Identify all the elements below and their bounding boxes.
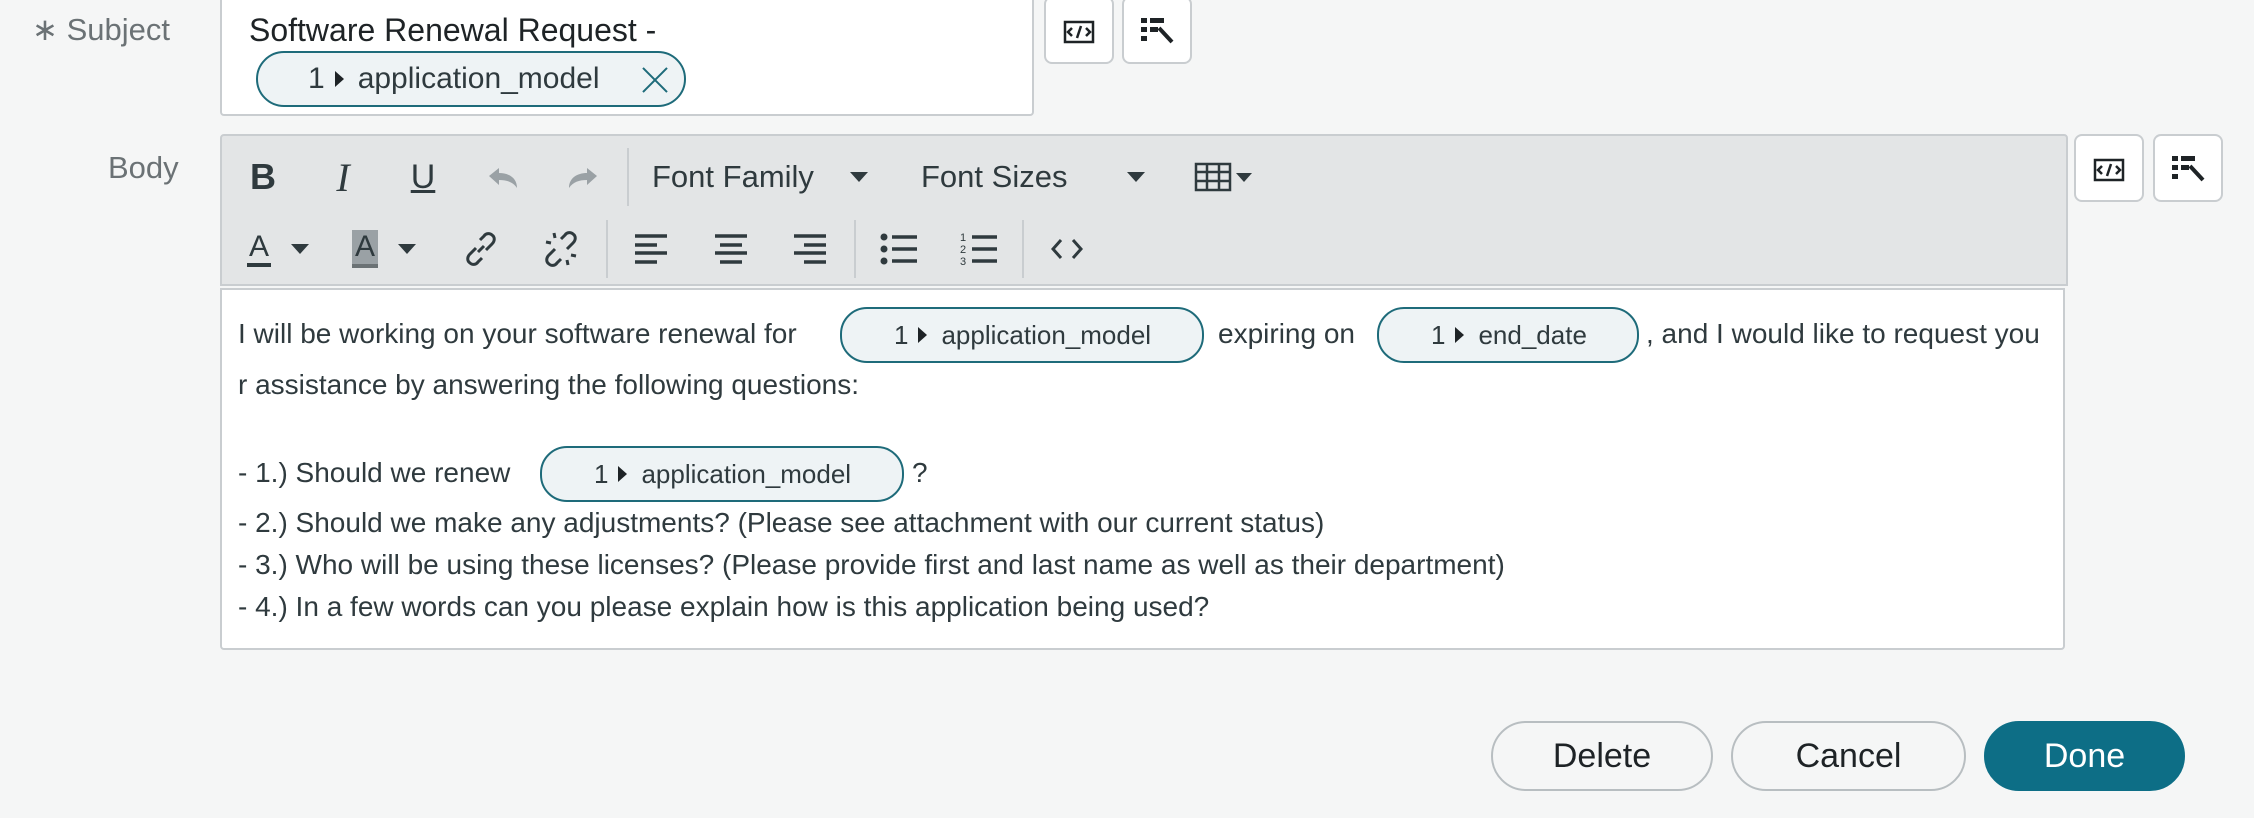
code-icon xyxy=(1051,239,1083,259)
svg-text:3: 3 xyxy=(960,256,966,268)
token-index: 1 xyxy=(308,62,325,95)
body-line-1-suffix: , and I would like to request you xyxy=(1646,318,2040,349)
link-icon xyxy=(466,232,496,266)
caret-right-icon xyxy=(1455,327,1465,343)
numbered-list-button[interactable]: 1 2 3 xyxy=(956,226,1002,272)
body-question-2: - 2.) Should we make any adjustments? (P… xyxy=(238,507,1325,538)
italic-icon: I xyxy=(336,154,350,200)
required-marker: ∗ xyxy=(32,12,58,47)
token-field: application_model xyxy=(941,319,1152,350)
highlight-color-button[interactable]: A xyxy=(344,226,424,272)
body-question-4: - 4.) In a few words can you please expl… xyxy=(238,591,1210,622)
bullet-list-icon xyxy=(880,233,917,265)
body-label: Body xyxy=(108,150,179,185)
underline-button[interactable]: U xyxy=(400,154,446,200)
chevron-down-icon xyxy=(1127,172,1146,182)
unlink-icon xyxy=(545,231,577,267)
font-sizes-label: Font Sizes xyxy=(921,159,1068,194)
table-icon xyxy=(1194,162,1232,192)
subject-label-text: Subject xyxy=(66,12,171,47)
align-left-icon xyxy=(635,234,667,264)
source-code-icon xyxy=(2093,158,2125,182)
subject-token-application-model[interactable]: 1 application_model xyxy=(256,51,686,107)
toolbar-separator xyxy=(1022,220,1024,278)
font-family-select[interactable]: Font Family xyxy=(652,154,902,200)
body-token-end-date[interactable]: 1 end_date xyxy=(1377,307,1639,363)
body-insert-field-button[interactable] xyxy=(2153,134,2223,202)
subject-input[interactable]: Software Renewal Request - 1 application… xyxy=(220,0,1034,116)
body-question-1-prefix: - 1.) Should we renew xyxy=(238,457,511,488)
close-icon[interactable] xyxy=(640,65,670,95)
font-family-label: Font Family xyxy=(652,159,814,194)
redo-icon xyxy=(569,168,597,188)
editor-toolbar: B I U Font Family Font Sizes A A 1 2 3 xyxy=(220,134,2068,286)
redo-button[interactable] xyxy=(560,156,606,202)
token-index: 1 xyxy=(594,458,609,489)
align-center-icon xyxy=(715,234,747,264)
subject-label: ∗ Subject xyxy=(32,12,170,48)
source-code-icon xyxy=(1063,20,1095,44)
field-picker-icon xyxy=(1141,18,1174,44)
caret-right-icon xyxy=(918,327,928,343)
done-button[interactable]: Done xyxy=(1984,721,2185,791)
font-color-icon: A xyxy=(246,231,271,267)
undo-icon xyxy=(489,168,517,188)
svg-text:1: 1 xyxy=(960,232,966,244)
subject-source-code-button[interactable] xyxy=(1044,0,1114,64)
align-right-button[interactable] xyxy=(787,226,833,272)
bullet-list-button[interactable] xyxy=(876,226,922,272)
toolbar-separator xyxy=(854,220,856,278)
numbered-list-icon: 1 2 3 xyxy=(960,232,997,268)
undo-button[interactable] xyxy=(480,156,526,202)
align-center-button[interactable] xyxy=(708,226,754,272)
body-editor[interactable]: I will be working on your software renew… xyxy=(220,288,2065,650)
toolbar-separator xyxy=(627,148,629,206)
highlight-color-icon: A xyxy=(351,230,378,268)
caret-right-icon xyxy=(334,71,344,87)
body-line-2: r assistance by answering the following … xyxy=(238,369,860,400)
body-token-application-model[interactable]: 1 application_model xyxy=(840,307,1204,363)
token-field: application_model xyxy=(357,62,600,95)
chevron-down-icon xyxy=(398,244,416,254)
field-picker-icon xyxy=(2172,156,2205,182)
italic-button[interactable]: I xyxy=(320,154,366,200)
body-line-1-mid: expiring on xyxy=(1218,318,1355,349)
align-right-icon xyxy=(794,234,826,264)
font-sizes-select[interactable]: Font Sizes xyxy=(921,154,1161,200)
bold-button[interactable]: B xyxy=(240,154,286,200)
body-token-application-model[interactable]: 1 application_model xyxy=(540,446,904,502)
chevron-down-icon xyxy=(291,244,309,254)
subject-insert-field-button[interactable] xyxy=(1122,0,1192,64)
token-index: 1 xyxy=(1431,319,1446,350)
align-left-button[interactable] xyxy=(628,226,674,272)
font-color-button[interactable]: A xyxy=(238,226,318,272)
table-button[interactable] xyxy=(1188,154,1258,200)
link-button[interactable] xyxy=(458,226,504,272)
delete-button[interactable]: Delete xyxy=(1491,721,1713,791)
toolbar-separator xyxy=(606,220,608,278)
chevron-down-icon xyxy=(849,172,868,182)
underline-icon: U xyxy=(410,157,436,196)
svg-text:2: 2 xyxy=(960,244,966,256)
body-line-1-prefix: I will be working on your software renew… xyxy=(238,318,797,349)
token-field: application_model xyxy=(641,458,852,489)
body-source-code-button[interactable] xyxy=(2074,134,2144,202)
token-index: 1 xyxy=(894,319,909,350)
caret-right-icon xyxy=(618,466,628,482)
body-question-1-suffix: ? xyxy=(912,457,928,488)
token-field: end_date xyxy=(1478,319,1587,350)
source-code-button[interactable] xyxy=(1044,226,1090,272)
bold-icon: B xyxy=(250,156,276,197)
body-question-3: - 3.) Who will be using these licenses? … xyxy=(238,549,1505,580)
subject-text: Software Renewal Request - xyxy=(249,12,657,48)
cancel-button[interactable]: Cancel xyxy=(1731,721,1966,791)
chevron-down-icon xyxy=(1236,172,1252,182)
unlink-button[interactable] xyxy=(538,226,584,272)
